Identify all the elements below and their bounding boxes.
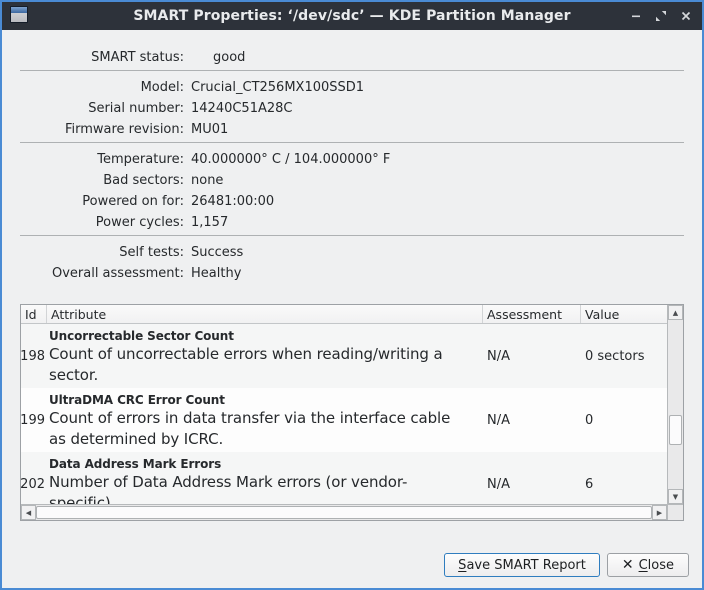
- close-window-button[interactable]: [678, 8, 694, 24]
- vertical-scrollbar-thumb[interactable]: [669, 415, 682, 445]
- dialog-button-row: Save SMART Report ✕ Close: [444, 553, 689, 577]
- arrow-down-icon: ▼: [673, 493, 678, 501]
- firmware-value: MU01: [191, 122, 228, 137]
- temperature-label: Temperature:: [20, 152, 184, 167]
- table-row[interactable]: 199 UltraDMA CRC Error Count Count of er…: [21, 388, 667, 452]
- powered-on-value: 26481:00:00: [191, 194, 274, 209]
- separator: [20, 235, 684, 236]
- power-cycles-label: Power cycles:: [20, 215, 184, 230]
- close-button[interactable]: ✕ Close: [607, 553, 689, 577]
- table-row[interactable]: 202 Data Address Mark Errors Number of D…: [21, 452, 667, 504]
- arrow-left-icon: ◀: [26, 509, 31, 517]
- temperature-row: Temperature: 40.000000° C / 104.000000° …: [20, 149, 684, 170]
- self-tests-row: Self tests: Success: [20, 242, 684, 263]
- header-assessment[interactable]: Assessment: [483, 305, 581, 323]
- model-row: Model: Crucial_CT256MX100SSD1: [20, 77, 684, 98]
- close-label: Close: [639, 558, 674, 573]
- power-cycles-row: Power cycles: 1,157: [20, 212, 684, 233]
- overall-assessment-row: Overall assessment: Healthy: [20, 263, 684, 284]
- minimize-icon: [630, 10, 642, 22]
- attr-name: Uncorrectable Sector Count: [49, 328, 475, 344]
- save-smart-report-label: Save SMART Report: [458, 558, 586, 573]
- attr-name: Data Address Mark Errors: [49, 456, 475, 472]
- firmware-row: Firmware revision: MU01: [20, 119, 684, 140]
- self-tests-value: Success: [191, 245, 243, 260]
- bad-sectors-value: none: [191, 173, 223, 188]
- attr-assessment: N/A: [483, 324, 581, 388]
- attr-value: 6: [581, 452, 667, 504]
- table-row[interactable]: 198 Uncorrectable Sector Count Count of …: [21, 324, 667, 388]
- bad-sectors-row: Bad sectors: none: [20, 170, 684, 191]
- power-cycles-value: 1,157: [191, 215, 228, 230]
- attr-assessment: N/A: [483, 452, 581, 504]
- smart-properties-dialog: SMART Properties: ‘/dev/sdc’ — KDE Parti…: [0, 0, 704, 590]
- restore-icon: [655, 10, 667, 22]
- separator: [20, 142, 684, 143]
- serial-label: Serial number:: [20, 101, 184, 116]
- header-value[interactable]: Value: [581, 305, 667, 323]
- attr-value: 0: [581, 388, 667, 452]
- self-tests-label: Self tests:: [20, 245, 184, 260]
- attr-id: 202: [21, 452, 47, 504]
- serial-row: Serial number: 14240C51A28C: [20, 98, 684, 119]
- restore-button[interactable]: [653, 8, 669, 24]
- scroll-up-button[interactable]: ▲: [668, 305, 683, 320]
- table-viewport: 198 Uncorrectable Sector Count Count of …: [21, 324, 667, 504]
- overall-assessment-value: Healthy: [191, 266, 241, 281]
- attr-description: Count of errors in data transfer via the…: [49, 408, 464, 450]
- temperature-value: 40.000000° C / 104.000000° F: [191, 152, 390, 167]
- window-controls: [628, 2, 694, 30]
- scrollbar-corner: [667, 504, 683, 520]
- smart-status-row: SMART status: good: [20, 47, 684, 68]
- smart-info-panel: SMART status: good Model: Crucial_CT256M…: [20, 30, 684, 284]
- header-id[interactable]: Id: [21, 305, 47, 323]
- attr-cell: Uncorrectable Sector Count Count of unco…: [47, 324, 483, 388]
- arrow-right-icon: ▶: [657, 509, 662, 517]
- smart-attributes-table: Id Attribute Assessment Value 198 Uncorr…: [20, 304, 684, 521]
- smart-status-value: good: [213, 50, 245, 65]
- scroll-down-button[interactable]: ▼: [668, 489, 683, 504]
- save-smart-report-button[interactable]: Save SMART Report: [444, 553, 600, 577]
- powered-on-label: Powered on for:: [20, 194, 184, 209]
- bad-sectors-label: Bad sectors:: [20, 173, 184, 188]
- attr-cell: UltraDMA CRC Error Count Count of errors…: [47, 388, 483, 452]
- header-attribute[interactable]: Attribute: [47, 305, 483, 323]
- attr-assessment: N/A: [483, 388, 581, 452]
- arrow-up-icon: ▲: [673, 309, 678, 317]
- close-icon: [680, 10, 692, 22]
- window-title: SMART Properties: ‘/dev/sdc’ — KDE Parti…: [2, 8, 702, 24]
- scroll-right-button[interactable]: ▶: [652, 505, 667, 520]
- model-label: Model:: [20, 80, 184, 95]
- serial-value: 14240C51A28C: [191, 101, 293, 116]
- close-x-icon: ✕: [622, 557, 634, 573]
- attr-cell: Data Address Mark Errors Number of Data …: [47, 452, 483, 504]
- powered-on-row: Powered on for: 26481:00:00: [20, 191, 684, 212]
- table-header: Id Attribute Assessment Value: [21, 305, 667, 324]
- smart-status-label: SMART status:: [20, 50, 184, 65]
- horizontal-scrollbar[interactable]: ◀ ▶: [21, 504, 667, 520]
- titlebar[interactable]: SMART Properties: ‘/dev/sdc’ — KDE Parti…: [2, 2, 702, 30]
- attr-description: Count of uncorrectable errors when readi…: [49, 344, 464, 386]
- attr-id: 198: [21, 324, 47, 388]
- attr-value: 0 sectors: [581, 324, 667, 388]
- overall-assessment-label: Overall assessment:: [20, 266, 184, 281]
- scroll-left-button[interactable]: ◀: [21, 505, 36, 520]
- separator: [20, 70, 684, 71]
- attr-id: 199: [21, 388, 47, 452]
- horizontal-scrollbar-thumb[interactable]: [36, 506, 652, 519]
- vertical-scrollbar[interactable]: ▲ ▼: [667, 305, 683, 504]
- minimize-button[interactable]: [628, 8, 644, 24]
- attr-name: UltraDMA CRC Error Count: [49, 392, 475, 408]
- model-value: Crucial_CT256MX100SSD1: [191, 80, 364, 95]
- firmware-label: Firmware revision:: [20, 122, 184, 137]
- attr-description: Number of Data Address Mark errors (or v…: [49, 472, 464, 504]
